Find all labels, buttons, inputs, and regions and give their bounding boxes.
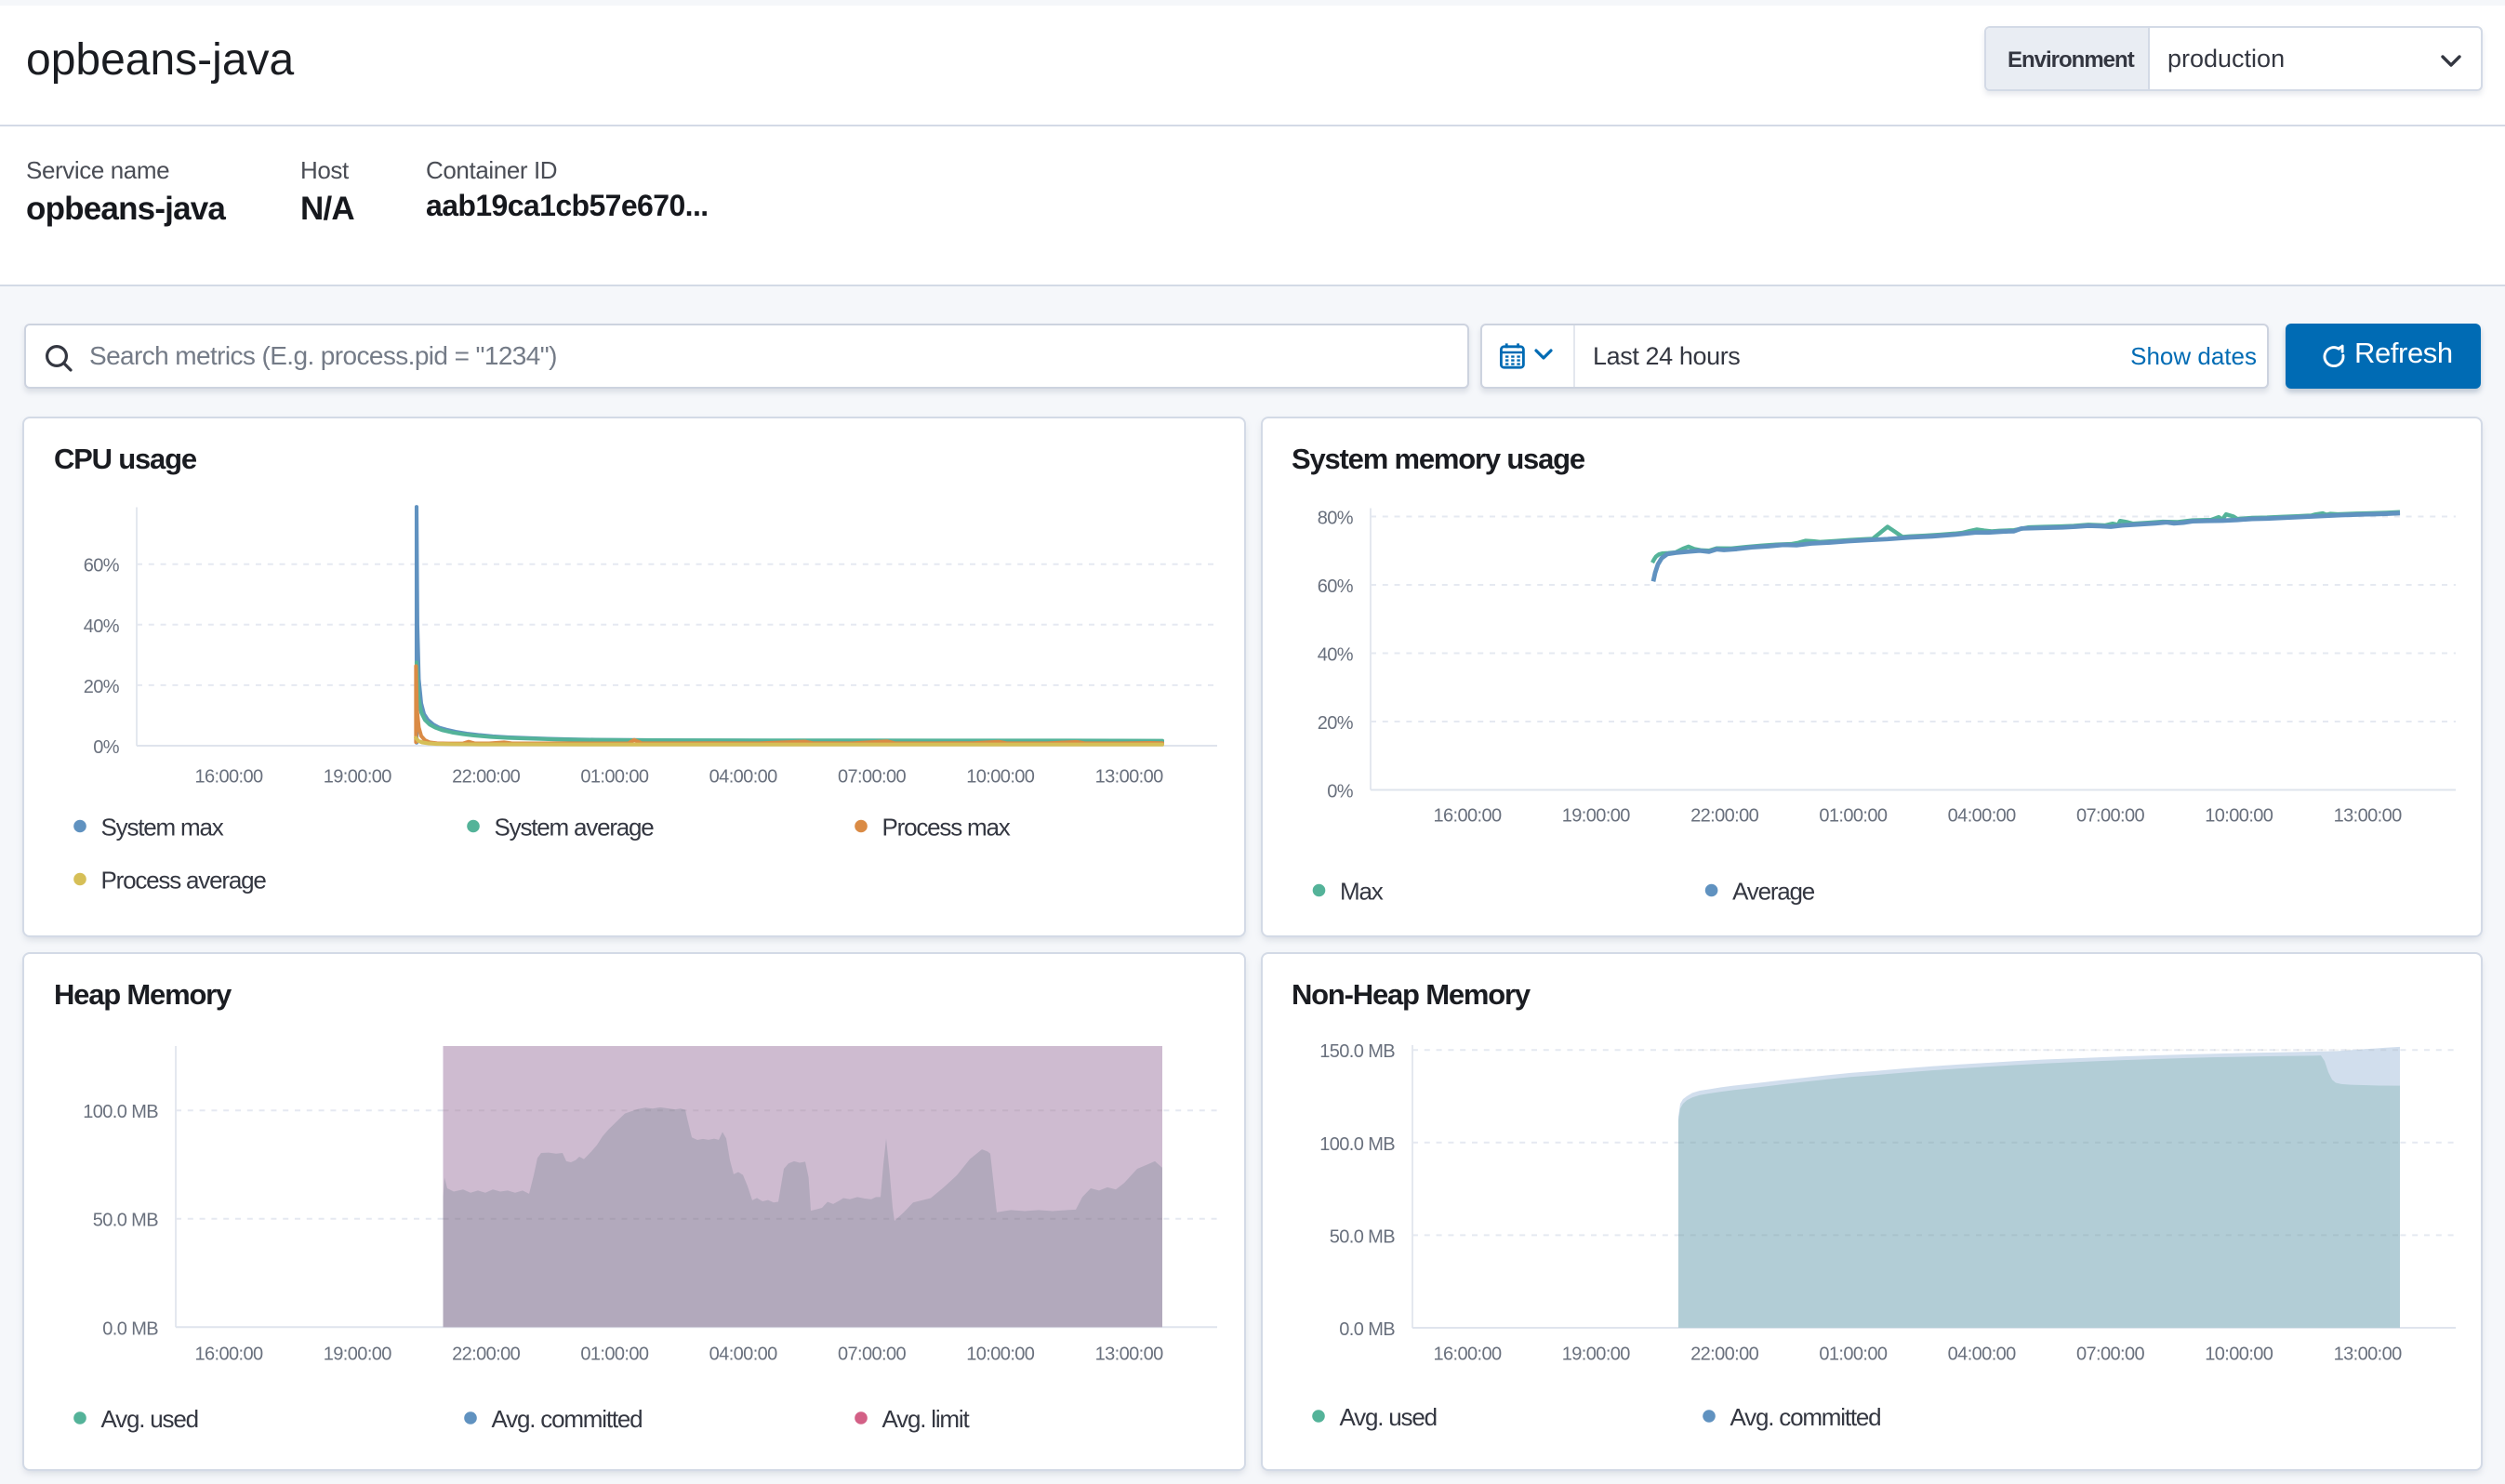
- svg-text:Max: Max: [1339, 877, 1383, 905]
- svg-text:Avg. limit: Avg. limit: [882, 1404, 971, 1432]
- svg-text:22:00:00: 22:00:00: [452, 1344, 521, 1364]
- svg-text:60%: 60%: [1317, 576, 1353, 597]
- svg-text:100.0 MB: 100.0 MB: [83, 1101, 158, 1121]
- svg-text:16:00:00: 16:00:00: [1432, 805, 1501, 826]
- svg-text:10:00:00: 10:00:00: [2204, 1344, 2273, 1364]
- svg-text:04:00:00: 04:00:00: [709, 766, 778, 787]
- svg-text:10:00:00: 10:00:00: [966, 766, 1035, 787]
- svg-text:13:00:00: 13:00:00: [2333, 1344, 2402, 1364]
- svg-text:40%: 40%: [1317, 644, 1353, 665]
- svg-text:80%: 80%: [1317, 508, 1353, 528]
- svg-text:50.0 MB: 50.0 MB: [93, 1210, 159, 1230]
- svg-text:50.0 MB: 50.0 MB: [1329, 1226, 1395, 1246]
- svg-text:0%: 0%: [93, 737, 120, 758]
- svg-text:System max: System max: [101, 813, 224, 841]
- svg-text:0.0 MB: 0.0 MB: [102, 1318, 158, 1338]
- svg-text:01:00:00: 01:00:00: [580, 1344, 649, 1364]
- svg-text:0%: 0%: [1326, 781, 1353, 802]
- svg-text:19:00:00: 19:00:00: [324, 1344, 392, 1364]
- svg-text:Process average: Process average: [101, 866, 267, 894]
- svg-text:22:00:00: 22:00:00: [1690, 1344, 1758, 1364]
- svg-text:Avg. used: Avg. used: [101, 1404, 198, 1432]
- svg-text:100.0 MB: 100.0 MB: [1319, 1133, 1394, 1154]
- svg-text:16:00:00: 16:00:00: [194, 766, 263, 787]
- svg-text:Average: Average: [1731, 877, 1814, 905]
- svg-text:16:00:00: 16:00:00: [1432, 1344, 1501, 1364]
- svg-text:07:00:00: 07:00:00: [838, 766, 907, 787]
- svg-text:System average: System average: [495, 813, 655, 841]
- svg-text:16:00:00: 16:00:00: [194, 1344, 263, 1364]
- svg-text:07:00:00: 07:00:00: [838, 1344, 907, 1364]
- svg-text:13:00:00: 13:00:00: [2333, 805, 2402, 826]
- svg-text:19:00:00: 19:00:00: [324, 766, 392, 787]
- svg-text:10:00:00: 10:00:00: [2204, 805, 2273, 826]
- svg-text:22:00:00: 22:00:00: [1690, 805, 1758, 826]
- svg-text:04:00:00: 04:00:00: [1947, 1344, 2016, 1364]
- svg-text:22:00:00: 22:00:00: [452, 766, 521, 787]
- svg-text:Avg. committed: Avg. committed: [1730, 1402, 1880, 1430]
- svg-text:40%: 40%: [84, 616, 120, 636]
- svg-text:19:00:00: 19:00:00: [1561, 1344, 1630, 1364]
- svg-text:13:00:00: 13:00:00: [1095, 766, 1164, 787]
- svg-text:Avg. used: Avg. used: [1339, 1402, 1436, 1430]
- svg-text:04:00:00: 04:00:00: [709, 1344, 778, 1364]
- svg-text:04:00:00: 04:00:00: [1947, 805, 2016, 826]
- svg-text:01:00:00: 01:00:00: [580, 766, 649, 787]
- svg-text:60%: 60%: [84, 555, 120, 576]
- svg-text:150.0 MB: 150.0 MB: [1319, 1040, 1394, 1061]
- svg-text:20%: 20%: [1317, 713, 1353, 734]
- svg-text:Avg. committed: Avg. committed: [492, 1404, 643, 1432]
- svg-text:20%: 20%: [84, 676, 120, 696]
- svg-text:19:00:00: 19:00:00: [1561, 805, 1630, 826]
- svg-text:Process max: Process max: [882, 813, 1011, 841]
- svg-text:01:00:00: 01:00:00: [1818, 1344, 1887, 1364]
- svg-text:07:00:00: 07:00:00: [2075, 1344, 2144, 1364]
- svg-text:0.0 MB: 0.0 MB: [1338, 1318, 1394, 1339]
- svg-text:01:00:00: 01:00:00: [1818, 805, 1887, 826]
- svg-text:13:00:00: 13:00:00: [1095, 1344, 1164, 1364]
- svg-text:07:00:00: 07:00:00: [2075, 805, 2144, 826]
- svg-text:10:00:00: 10:00:00: [966, 1344, 1035, 1364]
